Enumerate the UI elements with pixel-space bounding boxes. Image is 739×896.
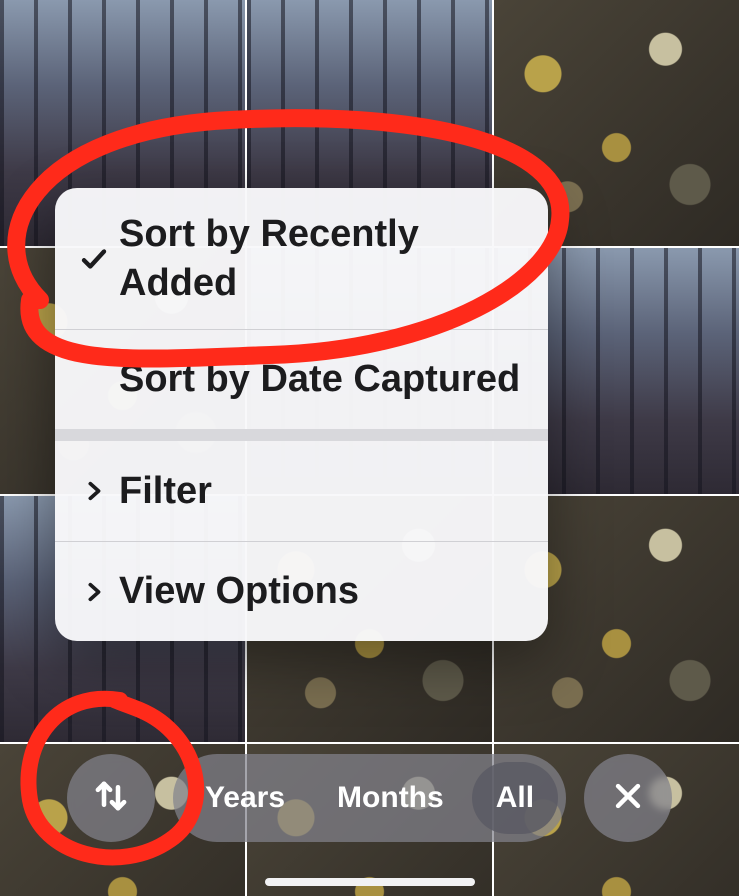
menu-item-view-options[interactable]: View Options: [55, 541, 548, 641]
checkmark-icon: [73, 244, 115, 274]
menu-item-label: Sort by Date Captured: [119, 355, 524, 404]
sort-arrows-icon: [90, 775, 132, 822]
sort-filter-menu: Sort by Recently Added Sort by Date Capt…: [55, 188, 548, 641]
chevron-right-icon: [73, 476, 115, 506]
time-scope-segmented-control: Years Months All: [173, 754, 566, 842]
close-button[interactable]: [584, 754, 672, 842]
menu-item-label: Sort by Recently Added: [119, 210, 524, 307]
segment-label: Months: [337, 781, 444, 815]
close-icon: [611, 779, 645, 818]
menu-item-filter[interactable]: Filter: [55, 441, 548, 541]
segment-years[interactable]: Years: [181, 762, 309, 834]
segment-months[interactable]: Months: [313, 762, 468, 834]
menu-divider: [55, 429, 548, 441]
segment-label: Years: [205, 781, 285, 815]
menu-item-sort-date-captured[interactable]: Sort by Date Captured: [55, 329, 548, 429]
segment-label: All: [496, 781, 534, 815]
sort-button[interactable]: [67, 754, 155, 842]
menu-item-label: Filter: [119, 467, 524, 516]
menu-item-sort-recently-added[interactable]: Sort by Recently Added: [55, 188, 548, 329]
menu-item-label: View Options: [119, 567, 524, 616]
home-indicator: [265, 878, 475, 886]
bottom-toolbar: Years Months All: [0, 748, 739, 848]
chevron-right-icon: [73, 577, 115, 607]
segment-all[interactable]: All: [472, 762, 558, 834]
